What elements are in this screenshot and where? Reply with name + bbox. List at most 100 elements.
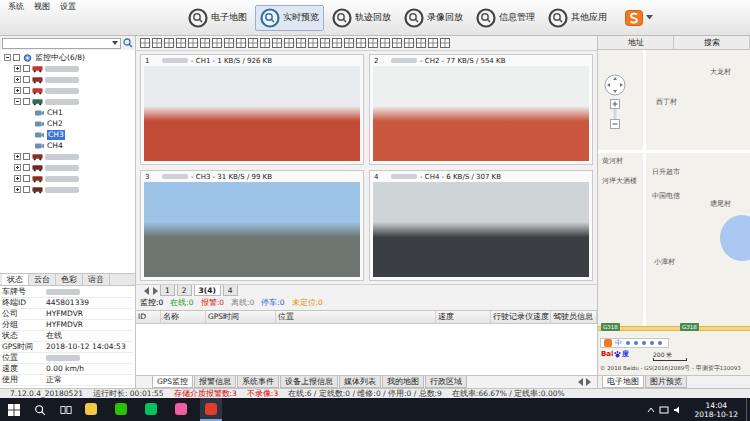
column-header[interactable]: 驾驶员信息 — [551, 311, 597, 323]
clock[interactable]: 14:042018-10-12 — [694, 401, 738, 419]
windows-icon[interactable] — [8, 404, 20, 416]
toggle-icon[interactable] — [14, 87, 21, 94]
tree-root[interactable]: 监控中心(6/8) — [0, 52, 135, 63]
bottom-tab[interactable]: 行政区域 — [425, 376, 467, 388]
vehicle-node[interactable] — [0, 85, 135, 96]
bottom-tab[interactable]: 报警信息 — [194, 376, 236, 388]
checkbox[interactable] — [23, 153, 30, 160]
taskbar-app[interactable] — [80, 398, 102, 421]
next-icon[interactable] — [585, 378, 591, 386]
tool-icon[interactable] — [392, 38, 402, 48]
toggle-icon[interactable] — [14, 76, 21, 83]
toggle-icon[interactable] — [14, 65, 21, 72]
tool-icon[interactable] — [428, 38, 438, 48]
taskbar-app[interactable] — [110, 398, 132, 421]
zoom-control[interactable] — [604, 74, 626, 129]
info-tab[interactable]: 语音 — [83, 274, 110, 285]
ime-toolbar[interactable]: 中 — [600, 338, 669, 348]
channel-node[interactable]: CH4 — [0, 140, 135, 151]
map-bottom-tab[interactable]: 电子地图 — [602, 376, 644, 388]
toggle-icon[interactable] — [4, 54, 11, 61]
vehicle-node[interactable] — [0, 162, 135, 173]
bottom-tab[interactable]: 设备上报信息 — [280, 376, 338, 388]
toolbar-button[interactable]: 实时预览 — [255, 5, 324, 31]
search-icon[interactable] — [34, 404, 46, 416]
zoom-slider-icon[interactable] — [610, 99, 620, 129]
show-desktop[interactable] — [746, 398, 750, 421]
vehicle-node[interactable] — [0, 63, 135, 74]
video-cell[interactable]: 3- CH3 - 31 KB/S / 99 KB — [140, 170, 364, 281]
checkbox[interactable] — [23, 76, 30, 83]
checkbox[interactable] — [23, 175, 30, 182]
tool-icon[interactable] — [416, 38, 426, 48]
tool-icon[interactable] — [248, 38, 258, 48]
tool-icon[interactable] — [176, 38, 186, 48]
tool-icon[interactable] — [308, 38, 318, 48]
tool-icon[interactable] — [236, 38, 246, 48]
bottom-tab[interactable]: 媒体列表 — [339, 376, 381, 388]
checkbox[interactable] — [23, 164, 30, 171]
menu-item[interactable]: 设置 — [60, 2, 76, 12]
dropdown-icon[interactable] — [112, 41, 118, 45]
tool-icon[interactable] — [200, 38, 210, 48]
info-tab[interactable]: 云台 — [29, 274, 56, 285]
toggle-icon[interactable] — [14, 98, 21, 105]
search-field[interactable] — [2, 38, 121, 49]
video-cell[interactable]: 4- CH4 - 6 KB/S / 307 KB — [369, 170, 593, 281]
toggle-icon[interactable] — [14, 175, 21, 182]
tool-icon[interactable] — [344, 38, 354, 48]
checkbox[interactable] — [23, 65, 30, 72]
search-icon[interactable] — [123, 38, 133, 48]
pan-icon[interactable] — [604, 74, 626, 96]
tool-icon[interactable] — [356, 38, 366, 48]
column-header[interactable]: GPS时间 — [206, 311, 276, 323]
column-header[interactable]: 速度 — [436, 311, 491, 323]
menu-item[interactable]: 系统 — [8, 2, 24, 12]
video-cell[interactable]: 1- CH1 - 1 KB/S / 926 KB — [140, 54, 364, 165]
taskbar-app[interactable] — [200, 398, 222, 421]
tool-icon[interactable] — [332, 38, 342, 48]
channel-node[interactable]: CH2 — [0, 118, 135, 129]
bottom-tab[interactable]: 我的地图 — [382, 376, 424, 388]
tool-icon[interactable] — [152, 38, 162, 48]
tool-icon[interactable] — [272, 38, 282, 48]
tool-icon[interactable] — [284, 38, 294, 48]
tool-icon[interactable] — [380, 38, 390, 48]
tool-icon[interactable] — [320, 38, 330, 48]
tool-icon[interactable] — [404, 38, 414, 48]
tool-icon[interactable] — [164, 38, 174, 48]
tool-icon[interactable] — [260, 38, 270, 48]
column-header[interactable]: ID — [136, 311, 161, 323]
map-bottom-tab[interactable]: 图片预览 — [645, 376, 687, 388]
toolbar-button[interactable]: 信息管理 — [471, 5, 540, 31]
tool-icon[interactable] — [296, 38, 306, 48]
tool-icon[interactable] — [440, 38, 450, 48]
task-view-icon[interactable] — [60, 404, 72, 416]
app-logo[interactable] — [620, 0, 750, 35]
checkbox[interactable] — [23, 87, 30, 94]
tool-icon[interactable] — [224, 38, 234, 48]
channel-node[interactable]: CH3 — [0, 129, 135, 140]
info-tab[interactable]: 状态 — [2, 274, 29, 285]
tray-icon[interactable] — [646, 405, 686, 415]
prev-icon[interactable] — [578, 378, 584, 386]
page-tab[interactable]: 3(4) — [194, 285, 221, 296]
page-tab[interactable]: 4 — [223, 285, 238, 296]
page-tab[interactable]: 1 — [160, 285, 175, 296]
toolbar-button[interactable]: 其他应用 — [543, 5, 612, 31]
tool-icon[interactable] — [140, 38, 150, 48]
checkbox[interactable] — [23, 186, 30, 193]
toolbar-button[interactable]: 电子地图 — [183, 5, 252, 31]
vehicle-node[interactable] — [0, 151, 135, 162]
taskbar-app[interactable] — [140, 398, 162, 421]
menu-item[interactable]: 视图 — [34, 2, 50, 12]
channel-node[interactable]: CH1 — [0, 107, 135, 118]
toggle-icon[interactable] — [14, 164, 21, 171]
column-header[interactable]: 行驶记录仪速度 — [491, 311, 551, 323]
map[interactable]: 大龙村西丁村黄河村日升超市河坪大酒楼中国电信塘尾村小潭村G318G318中Bai… — [598, 50, 750, 375]
video-cell[interactable]: 2- CH2 - 77 KB/S / 554 KB — [369, 54, 593, 165]
toolbar-button[interactable]: 录像回放 — [399, 5, 468, 31]
checkbox[interactable] — [13, 54, 20, 61]
vehicle-node[interactable] — [0, 173, 135, 184]
column-header[interactable]: 位置 — [276, 311, 436, 323]
